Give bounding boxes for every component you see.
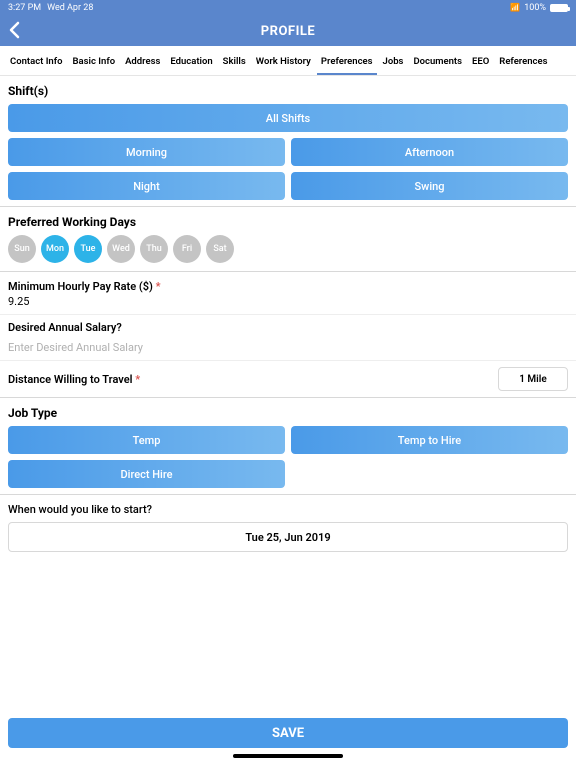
start-label: When would you like to start? (8, 503, 568, 516)
back-button[interactable] (8, 21, 20, 42)
wifi-icon (510, 3, 520, 13)
tab-documents[interactable]: Documents (409, 50, 466, 75)
day-tue[interactable]: Tue (74, 235, 102, 263)
tab-address[interactable]: Address (121, 50, 164, 75)
shift-swing-button[interactable]: Swing (291, 172, 568, 200)
start-date-picker[interactable]: Tue 25, Jun 2019 (8, 522, 568, 552)
status-date: Wed Apr 28 (47, 3, 93, 13)
days-label: Preferred Working Days (8, 215, 568, 229)
save-button[interactable]: SAVE (8, 718, 568, 748)
tab-basic-info[interactable]: Basic Info (69, 50, 120, 75)
tab-preferences[interactable]: Preferences (317, 50, 377, 75)
days-row: SunMonTueWedThuFriSat (8, 235, 568, 263)
home-indicator (233, 754, 343, 758)
jobtype-temptohire-button[interactable]: Temp to Hire (291, 426, 568, 454)
status-bar: 3:27 PM Wed Apr 28 100% (0, 0, 576, 16)
status-time: 3:27 PM (8, 3, 41, 13)
tab-jobs[interactable]: Jobs (379, 50, 408, 75)
shift-morning-button[interactable]: Morning (8, 138, 285, 166)
shift-all-button[interactable]: All Shifts (8, 104, 568, 132)
day-wed[interactable]: Wed (107, 235, 135, 263)
shift-afternoon-button[interactable]: Afternoon (291, 138, 568, 166)
day-mon[interactable]: Mon (41, 235, 69, 263)
day-sun[interactable]: Sun (8, 235, 36, 263)
chevron-left-icon (8, 21, 20, 39)
tab-work-history[interactable]: Work History (252, 50, 315, 75)
tab-education[interactable]: Education (166, 50, 216, 75)
jobtype-temp-button[interactable]: Temp (8, 426, 285, 454)
day-sat[interactable]: Sat (206, 235, 234, 263)
jobtype-directhire-button[interactable]: Direct Hire (8, 460, 285, 488)
header: PROFILE (0, 16, 576, 46)
tab-eeo[interactable]: EEO (468, 50, 493, 75)
tab-skills[interactable]: Skills (219, 50, 250, 75)
salary-input[interactable] (8, 339, 568, 360)
shift-night-button[interactable]: Night (8, 172, 285, 200)
travel-label: Distance Willing to Travel * (8, 373, 140, 386)
tabs: Contact InfoBasic InfoAddressEducationSk… (0, 46, 576, 76)
day-thu[interactable]: Thu (140, 235, 168, 263)
tab-references[interactable]: References (495, 50, 551, 75)
tab-contact-info[interactable]: Contact Info (6, 50, 67, 75)
battery-icon (550, 4, 568, 12)
salary-label: Desired Annual Salary? (8, 321, 568, 334)
battery-pct: 100% (524, 3, 546, 13)
jobtype-label: Job Type (8, 406, 568, 420)
pay-value[interactable]: 9.25 (8, 295, 568, 308)
shifts-label: Shift(s) (8, 84, 568, 98)
travel-select[interactable]: 1 Mile (498, 367, 568, 391)
page-title: PROFILE (261, 24, 315, 39)
pay-label: Minimum Hourly Pay Rate ($) * (8, 280, 568, 293)
day-fri[interactable]: Fri (173, 235, 201, 263)
